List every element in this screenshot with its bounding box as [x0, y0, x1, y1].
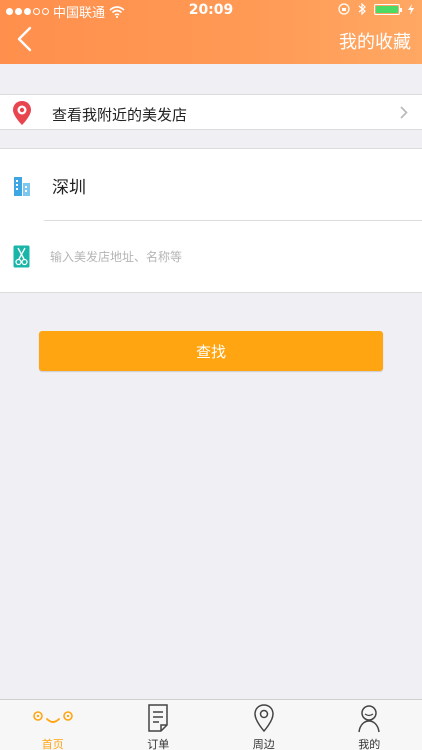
bluetooth-icon — [358, 3, 366, 15]
tab-orders-label: 订单 — [147, 738, 170, 750]
field-divider — [44, 220, 422, 221]
nearby-salons-label: 查看我附近的美发店 — [52, 106, 188, 124]
back-arrow-icon[interactable] — [14, 25, 36, 53]
tab-nearby-label: 周边 — [252, 738, 275, 750]
tab-home[interactable]: 首页 — [0, 700, 106, 750]
tab-mine[interactable]: 我的 — [317, 700, 422, 750]
status-bar: 中国联通 20:09 — [0, 0, 422, 21]
face-icon — [32, 711, 73, 723]
find-button[interactable]: 查找 — [39, 331, 383, 371]
search-form: 深圳 — [0, 148, 422, 293]
location-pin-icon — [253, 704, 274, 733]
salon-address-input[interactable] — [50, 244, 390, 270]
charging-icon — [408, 3, 414, 15]
nearby-salons-row[interactable]: 查看我附近的美发店 — [0, 94, 422, 130]
my-favorites-link[interactable]: 我的收藏 — [339, 28, 411, 54]
city-selector[interactable]: 深圳 — [52, 173, 86, 198]
chevron-right-icon — [400, 106, 408, 119]
location-pin-icon — [13, 101, 31, 125]
document-icon — [148, 704, 168, 732]
tab-mine-label: 我的 — [358, 738, 381, 750]
person-icon — [358, 705, 380, 733]
battery-icon — [374, 3, 402, 15]
city-buildings-icon — [14, 177, 30, 196]
status-right — [338, 3, 414, 15]
tab-orders[interactable]: 订单 — [106, 700, 212, 750]
tab-home-label: 首页 — [41, 738, 64, 750]
rotation-lock-icon — [338, 3, 350, 15]
tab-nearby[interactable]: 周边 — [211, 700, 317, 750]
header-bar: 中国联通 20:09 我的收藏 — [0, 0, 422, 64]
tab-bar: 首页 订单 周边 我的 — [0, 699, 422, 750]
scissors-icon — [13, 245, 30, 268]
